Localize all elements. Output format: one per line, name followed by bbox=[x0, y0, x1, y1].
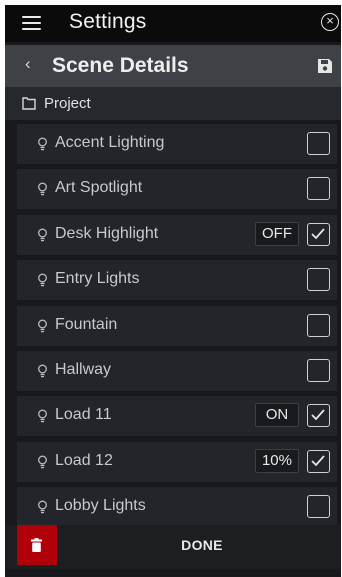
load-state-button[interactable]: OFF bbox=[255, 221, 299, 246]
load-label: Art Spotlight bbox=[55, 179, 143, 197]
save-icon[interactable] bbox=[317, 58, 333, 74]
project-header[interactable]: Project bbox=[5, 87, 341, 120]
checkmark-icon bbox=[311, 409, 325, 421]
load-row[interactable]: Load 11 ON bbox=[17, 396, 337, 437]
load-row[interactable]: Accent Lighting bbox=[17, 124, 337, 164]
app-frame: Settings × ‹ Scene Details Project Accen… bbox=[5, 5, 341, 577]
load-row[interactable]: Fountain bbox=[17, 305, 337, 346]
chevron-left-icon[interactable]: ‹ bbox=[25, 54, 31, 74]
close-icon[interactable]: × bbox=[321, 13, 339, 31]
include-checkbox[interactable] bbox=[307, 495, 330, 519]
hamburger-icon[interactable] bbox=[22, 16, 41, 30]
app-title: Settings bbox=[69, 10, 147, 33]
include-checkbox[interactable] bbox=[307, 404, 330, 428]
project-label: Project bbox=[44, 95, 91, 112]
load-state-button[interactable]: ON bbox=[255, 403, 299, 428]
include-checkbox[interactable] bbox=[307, 132, 330, 155]
include-checkbox[interactable] bbox=[307, 313, 330, 337]
load-row[interactable]: Entry Lights bbox=[17, 260, 337, 301]
load-row[interactable]: Art Spotlight bbox=[17, 169, 337, 210]
include-checkbox[interactable] bbox=[307, 268, 330, 292]
done-button[interactable]: DONE bbox=[63, 525, 341, 565]
load-row[interactable]: Hallway bbox=[17, 351, 337, 391]
load-row[interactable]: Lobby Lights bbox=[17, 487, 337, 528]
bulb-icon bbox=[38, 364, 47, 378]
bulb-icon bbox=[38, 500, 47, 514]
load-label: Accent Lighting bbox=[55, 134, 165, 151]
bulb-icon bbox=[38, 409, 47, 423]
load-state-button[interactable]: 10% bbox=[254, 448, 299, 473]
trash-icon bbox=[31, 538, 42, 552]
checkmark-icon bbox=[311, 228, 325, 240]
load-label: Load 11 bbox=[55, 406, 112, 424]
bulb-icon bbox=[38, 319, 47, 332]
load-label: Desk Highlight bbox=[55, 224, 159, 242]
load-label: Load 12 bbox=[55, 451, 113, 469]
sub-header: ‹ Scene Details bbox=[5, 45, 341, 87]
bulb-icon bbox=[38, 228, 47, 242]
load-label: Hallway bbox=[55, 361, 112, 378]
include-checkbox[interactable] bbox=[307, 177, 330, 201]
bulb-icon bbox=[38, 273, 47, 287]
load-label: Fountain bbox=[55, 315, 118, 333]
delete-button[interactable] bbox=[17, 525, 57, 565]
load-row[interactable]: Load 12 10% bbox=[17, 441, 337, 482]
bulb-icon bbox=[38, 182, 47, 196]
folder-icon bbox=[22, 97, 36, 110]
load-label: Entry Lights bbox=[55, 270, 140, 288]
include-checkbox[interactable] bbox=[307, 222, 330, 246]
load-label: Lobby Lights bbox=[55, 497, 146, 515]
bulb-icon bbox=[38, 455, 47, 469]
checkmark-icon bbox=[311, 455, 325, 467]
include-checkbox[interactable] bbox=[307, 449, 330, 473]
bottom-bar: DONE bbox=[5, 525, 341, 569]
page-title: Scene Details bbox=[52, 54, 189, 77]
load-row[interactable]: Desk Highlight OFF bbox=[17, 214, 337, 255]
include-checkbox[interactable] bbox=[307, 359, 330, 382]
bulb-icon bbox=[38, 137, 47, 151]
top-bar: Settings × bbox=[5, 5, 341, 42]
